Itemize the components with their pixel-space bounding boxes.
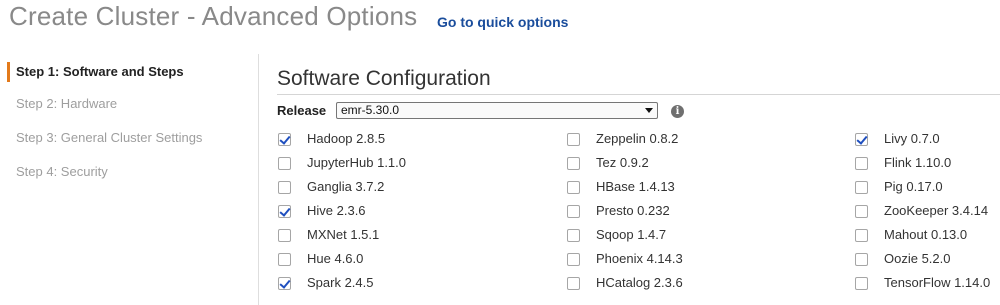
application-checkbox[interactable]: [278, 205, 291, 218]
application-label: Tez 0.9.2: [596, 155, 649, 170]
application-item[interactable]: Hadoop 2.8.5: [278, 130, 528, 154]
application-checkbox[interactable]: [855, 205, 868, 218]
application-label: Oozie 5.2.0: [884, 251, 951, 266]
application-item[interactable]: Presto 0.232: [567, 202, 817, 226]
application-checkbox[interactable]: [855, 253, 868, 266]
application-item[interactable]: Pig 0.17.0: [855, 178, 1000, 202]
application-checkbox[interactable]: [855, 277, 868, 290]
application-label: Presto 0.232: [596, 203, 670, 218]
application-checkbox[interactable]: [278, 181, 291, 194]
software-configuration-title: Software Configuration: [277, 67, 491, 90]
application-checkbox[interactable]: [567, 253, 580, 266]
application-checkbox[interactable]: [278, 277, 291, 290]
application-label: TensorFlow 1.14.0: [884, 275, 991, 290]
application-checkbox[interactable]: [278, 253, 291, 266]
application-item[interactable]: Mahout 0.13.0: [855, 226, 1000, 250]
application-checkbox[interactable]: [567, 133, 580, 146]
application-label: JupyterHub 1.1.0: [307, 155, 407, 170]
application-checkbox[interactable]: [278, 229, 291, 242]
release-select-value: emr-5.30.0: [341, 103, 400, 117]
application-item[interactable]: Hive 2.3.6: [278, 202, 528, 226]
application-item[interactable]: Ganglia 3.7.2: [278, 178, 528, 202]
application-item[interactable]: MXNet 1.5.1: [278, 226, 528, 250]
applications-column-1: Hadoop 2.8.5 JupyterHub 1.1.0 Ganglia 3.7.…: [278, 130, 528, 298]
steps-sidebar: Step 1: Software and Steps Step 2: Hardw…: [0, 54, 259, 305]
application-item[interactable]: Spark 2.4.5: [278, 274, 528, 298]
application-label: Spark 2.4.5: [307, 275, 374, 290]
applications-column-2: Zeppelin 0.8.2 Tez 0.9.2 HBase 1.4.13 Prest…: [567, 130, 817, 298]
application-checkbox[interactable]: [855, 229, 868, 242]
application-checkbox[interactable]: [855, 157, 868, 170]
application-checkbox[interactable]: [278, 133, 291, 146]
applications-column-3: Livy 0.7.0 Flink 1.10.0 Pig 0.17.0 ZooKeepe…: [855, 130, 1000, 298]
application-checkbox[interactable]: [567, 181, 580, 194]
step-hardware[interactable]: Step 2: Hardware: [7, 94, 117, 114]
application-label: Hue 4.6.0: [307, 251, 364, 266]
application-label: Ganglia 3.7.2: [307, 179, 385, 194]
application-label: Phoenix 4.14.3: [596, 251, 683, 266]
application-label: HBase 1.4.13: [596, 179, 675, 194]
application-item[interactable]: Zeppelin 0.8.2: [567, 130, 817, 154]
application-label: Livy 0.7.0: [884, 131, 940, 146]
application-checkbox[interactable]: [855, 133, 868, 146]
application-item[interactable]: Hue 4.6.0: [278, 250, 528, 274]
application-label: Hive 2.3.6: [307, 203, 366, 218]
application-checkbox[interactable]: [567, 157, 580, 170]
application-label: Pig 0.17.0: [884, 179, 943, 194]
application-item[interactable]: Phoenix 4.14.3: [567, 250, 817, 274]
application-label: MXNet 1.5.1: [307, 227, 380, 242]
section-divider: [277, 94, 1000, 95]
step-security[interactable]: Step 4: Security: [7, 162, 108, 182]
application-label: Flink 1.10.0: [884, 155, 952, 170]
application-item[interactable]: Tez 0.9.2: [567, 154, 817, 178]
info-icon[interactable]: i: [671, 105, 684, 118]
application-item[interactable]: JupyterHub 1.1.0: [278, 154, 528, 178]
application-item[interactable]: TensorFlow 1.14.0: [855, 274, 1000, 298]
application-checkbox[interactable]: [855, 181, 868, 194]
go-to-quick-options-link[interactable]: Go to quick options: [437, 14, 568, 30]
application-label: Hadoop 2.8.5: [307, 131, 386, 146]
page-title: Create Cluster - Advanced Options: [9, 1, 418, 31]
application-checkbox[interactable]: [567, 277, 580, 290]
release-label: Release: [277, 103, 327, 118]
application-checkbox[interactable]: [278, 157, 291, 170]
application-label: Mahout 0.13.0: [884, 227, 968, 242]
application-item[interactable]: Livy 0.7.0: [855, 130, 1000, 154]
application-label: HCatalog 2.3.6: [596, 275, 683, 290]
application-checkbox[interactable]: [567, 229, 580, 242]
application-item[interactable]: HCatalog 2.3.6: [567, 274, 817, 298]
application-label: Sqoop 1.4.7: [596, 227, 667, 242]
step-software-and-steps[interactable]: Step 1: Software and Steps: [7, 62, 184, 82]
application-label: ZooKeeper 3.4.14: [884, 203, 989, 218]
release-select[interactable]: emr-5.30.0: [336, 102, 658, 119]
application-item[interactable]: ZooKeeper 3.4.14: [855, 202, 1000, 226]
application-checkbox[interactable]: [567, 205, 580, 218]
application-item[interactable]: HBase 1.4.13: [567, 178, 817, 202]
application-item[interactable]: Oozie 5.2.0: [855, 250, 1000, 274]
application-label: Zeppelin 0.8.2: [596, 131, 679, 146]
step-general-cluster-settings[interactable]: Step 3: General Cluster Settings: [7, 128, 202, 148]
application-item[interactable]: Sqoop 1.4.7: [567, 226, 817, 250]
chevron-down-icon: [645, 108, 653, 113]
application-item[interactable]: Flink 1.10.0: [855, 154, 1000, 178]
